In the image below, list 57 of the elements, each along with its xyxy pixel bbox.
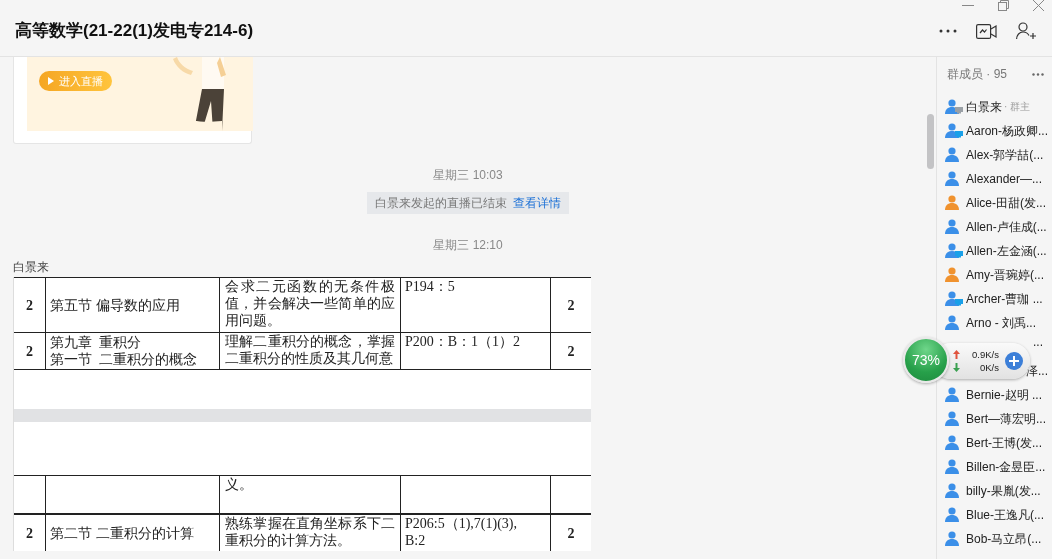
sender-name: 白景来 bbox=[13, 260, 50, 274]
member-item[interactable]: 白景来 · 群主 bbox=[937, 95, 1052, 119]
owner-tag: · 群主 bbox=[1004, 100, 1031, 114]
play-icon bbox=[48, 77, 54, 85]
notice-text: 白景来发起的直播已结束 bbox=[375, 195, 507, 212]
table-cell-text: P194：5 bbox=[405, 278, 456, 295]
restore-icon[interactable] bbox=[998, 0, 1009, 11]
member-item[interactable]: Aaron-杨政卿... bbox=[937, 119, 1052, 143]
scrollbar-thumb[interactable] bbox=[927, 114, 934, 169]
member-item[interactable]: Alexander—... bbox=[937, 167, 1052, 191]
details-link[interactable]: 查看详情 bbox=[513, 192, 561, 214]
table-cell: 2 bbox=[567, 296, 575, 314]
table-cell: 会求二元函数的无条件极值，并会解决一些简单的应用问题。 bbox=[225, 278, 395, 329]
table-cell: 2 bbox=[26, 342, 33, 360]
window-title: 高等数学(21-22(1)发电专214-6) bbox=[15, 19, 254, 42]
timestamp: 星期三 12:10 bbox=[433, 237, 503, 253]
members-title: 群成员 · 95 bbox=[947, 65, 1007, 83]
more-icon[interactable] bbox=[939, 29, 957, 33]
more-icon[interactable] bbox=[1032, 72, 1044, 76]
minimize-icon[interactable] bbox=[962, 4, 974, 7]
member-item[interactable]: Billen-金昱臣... bbox=[937, 455, 1052, 479]
table-cell-text: 第九章 重积分 bbox=[50, 334, 142, 351]
member-item[interactable]: Bert—薄宏明... bbox=[937, 407, 1052, 431]
member-name[interactable]: ... bbox=[1033, 335, 1043, 349]
table-cell: 第五节 偏导数的应用 bbox=[50, 296, 180, 314]
member-item[interactable]: Blue-王逸凡(... bbox=[937, 503, 1052, 527]
add-member-icon[interactable] bbox=[1016, 22, 1037, 40]
table-cell: 第一节 二重积分的概念 bbox=[50, 351, 197, 368]
member-item[interactable]: Alex-郭学喆(... bbox=[937, 143, 1052, 167]
table-cell: 熟练掌握在直角坐标系下二重积分的计算方法。 bbox=[225, 515, 395, 549]
table-cell-text: P206:5（1),7(1)(3), B:2 bbox=[405, 515, 518, 549]
download-arrow-icon bbox=[953, 363, 960, 372]
timestamp: 星期三 10:03 bbox=[433, 167, 503, 183]
close-icon[interactable] bbox=[1033, 0, 1044, 11]
member-item[interactable]: billy-果胤(发... bbox=[937, 479, 1052, 503]
member-item[interactable]: Arno - 刘禹... bbox=[937, 311, 1052, 335]
table-cell: 理解二重积分的概念，掌握二重积分的性质及其几何意 bbox=[225, 333, 395, 367]
plus-icon[interactable] bbox=[1005, 352, 1023, 370]
table-cell-text: 义。 bbox=[225, 476, 254, 493]
table-cell-text: P200：B：1（1）2 bbox=[405, 333, 522, 350]
member-item[interactable]: Bert-王博(发... bbox=[937, 431, 1052, 455]
member-item[interactable]: Alice-田甜(发... bbox=[937, 191, 1052, 215]
table-cell: 第二节 二重积分的计算 bbox=[50, 524, 194, 542]
table-cell: 2 bbox=[567, 342, 575, 360]
member-item[interactable]: Bob-马立昂(... bbox=[937, 527, 1052, 551]
member-item[interactable]: Allen-左金涵(... bbox=[937, 239, 1052, 263]
member-item[interactable]: Amy-晋琬婷(... bbox=[937, 263, 1052, 287]
member-item[interactable]: Archer-曹珈 ... bbox=[937, 287, 1052, 311]
upload-arrow-icon bbox=[953, 350, 960, 359]
download-speed: 0K/s bbox=[980, 362, 999, 373]
table-cell: 2 bbox=[26, 296, 33, 314]
table-cell: 2 bbox=[26, 524, 33, 542]
member-item[interactable]: Allen-卢佳成(... bbox=[937, 215, 1052, 239]
upload-speed: 0.9K/s bbox=[972, 349, 999, 360]
video-call-icon[interactable] bbox=[976, 23, 997, 39]
member-item[interactable]: Bernie-赵明 ... bbox=[937, 383, 1052, 407]
table-cell: 2 bbox=[567, 524, 575, 542]
